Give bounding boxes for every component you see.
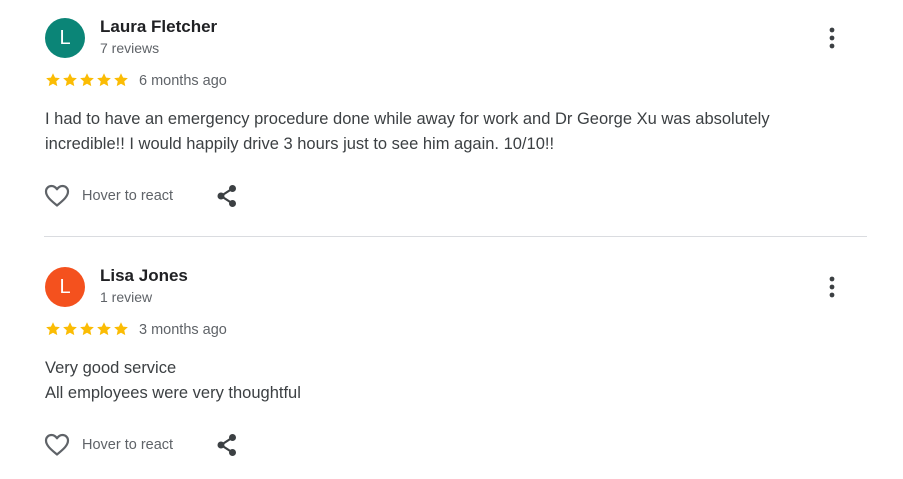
review-card: L Laura Fletcher 7 reviews 6 months ago …	[0, 0, 903, 230]
react-label: Hover to react	[82, 437, 174, 453]
star-icon	[46, 322, 60, 336]
review-date: 3 months ago	[139, 322, 227, 338]
star-icon	[80, 73, 94, 87]
avatar[interactable]: L	[45, 267, 85, 307]
review-text-line: Very good service	[45, 359, 177, 377]
review-date: 6 months ago	[139, 73, 227, 89]
star-icon	[46, 73, 60, 87]
share-icon[interactable]	[214, 183, 240, 209]
review-text-line: All employees were very thoughtful	[45, 384, 301, 402]
review-text: I had to have an emergency procedure don…	[45, 107, 845, 157]
heart-outline-icon	[44, 433, 70, 456]
star-icon	[80, 322, 94, 336]
more-vert-icon[interactable]	[818, 273, 846, 301]
star-icon	[63, 73, 77, 87]
avatar[interactable]: L	[45, 18, 85, 58]
star-icon	[63, 322, 77, 336]
review-text-line: I had to have an emergency procedure don…	[45, 110, 770, 128]
share-icon[interactable]	[214, 432, 240, 458]
reviewer-review-count: 7 reviews	[100, 40, 160, 56]
review-card: L Lisa Jones 1 review 3 months ago Very …	[0, 249, 903, 479]
star-rating	[45, 72, 129, 88]
reviewer-name[interactable]: Laura Fletcher	[100, 17, 217, 37]
star-icon	[114, 73, 128, 87]
review-text: Very good service All employees were ver…	[45, 356, 845, 406]
star-icon	[97, 73, 111, 87]
review-divider	[44, 236, 867, 237]
star-rating	[45, 321, 129, 337]
star-icon	[97, 322, 111, 336]
react-button[interactable]: Hover to react	[43, 431, 173, 459]
react-label: Hover to react	[82, 188, 174, 204]
review-text-line: incredible!! I would happily drive 3 hou…	[45, 135, 555, 153]
react-button[interactable]: Hover to react	[43, 182, 173, 210]
reviewer-review-count: 1 review	[100, 289, 153, 305]
reviewer-name[interactable]: Lisa Jones	[100, 266, 188, 286]
heart-outline-icon	[44, 184, 70, 207]
star-icon	[114, 322, 128, 336]
more-vert-icon[interactable]	[818, 24, 846, 52]
